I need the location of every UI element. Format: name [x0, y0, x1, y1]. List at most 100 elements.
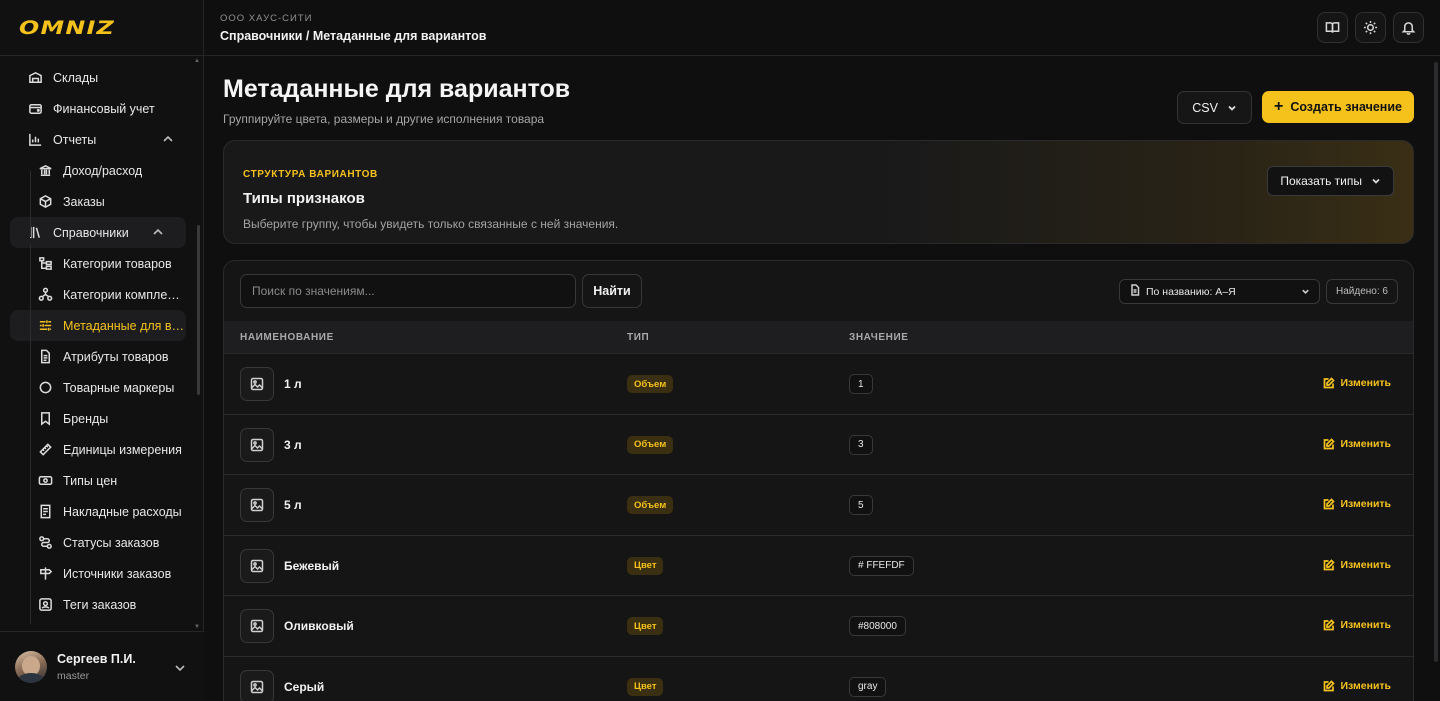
find-button[interactable]: Найти	[582, 274, 642, 308]
ruler-icon	[37, 442, 53, 458]
theme-button[interactable]	[1355, 12, 1386, 43]
topbar: ООО ХАУС-СИТИ Справочники / Метаданные д…	[204, 0, 1440, 56]
route-icon	[37, 535, 53, 551]
sidebar-item-label: Финансовый учет	[53, 101, 155, 116]
edit-label: Изменить	[1340, 437, 1391, 450]
user-name: Сергеев П.И.	[57, 651, 136, 666]
sidebar-item-label: Бренды	[63, 411, 109, 426]
csv-button[interactable]: CSV	[1177, 91, 1252, 124]
search-placeholder: Поиск по значениям...	[252, 284, 375, 298]
variant-structure-card: СТРУКТУРА ВАРИАНТОВ Типы признаков Выбер…	[223, 140, 1414, 244]
table-header: НАИМЕНОВАНИЕ ТИП ЗНАЧЕНИЕ	[224, 321, 1413, 353]
sidebar-item[interactable]: Отчеты	[0, 124, 196, 155]
type-badge: Цвет	[627, 617, 664, 635]
wallet-icon	[27, 101, 43, 117]
sidebar-item-label: Склады	[53, 70, 99, 85]
image-placeholder-icon	[240, 367, 274, 401]
value-chip: 5	[849, 495, 873, 515]
table-row[interactable]: Оливковый Цвет #808000 Изменить	[224, 595, 1413, 656]
edit-button[interactable]: Изменить	[1323, 438, 1391, 450]
sidebar-item[interactable]: Метаданные для в…	[10, 310, 186, 341]
search-input[interactable]: Поиск по значениям...	[240, 274, 576, 308]
notifications-button[interactable]	[1393, 12, 1424, 43]
types-title: Типы признаков	[243, 190, 365, 207]
edit-label: Изменить	[1340, 377, 1391, 389]
image-placeholder-icon	[240, 609, 274, 643]
org-name: ООО ХАУС-СИТИ	[220, 12, 313, 24]
sliders-icon	[37, 318, 53, 334]
box-icon	[37, 194, 53, 210]
value-chip: #808000	[849, 616, 906, 636]
sidebar-item-label: Отчеты	[53, 132, 97, 147]
row-name: Бежевый	[284, 558, 340, 573]
sidebar-item-label: Категории компле…	[63, 287, 180, 302]
bank-icon	[37, 163, 53, 179]
image-placeholder-icon	[240, 427, 274, 462]
found-count-badge: Найдено: 6	[1326, 279, 1398, 304]
edit-button[interactable]: Изменить	[1323, 680, 1391, 692]
sort-select[interactable]: По названию: А–Я	[1119, 279, 1320, 304]
sidebar-item-label: Категории товаров	[63, 256, 172, 271]
edit-button[interactable]: Изменить	[1323, 559, 1391, 571]
avatar	[15, 650, 47, 683]
show-types-label: Показать типы	[1280, 174, 1362, 188]
chart-icon	[27, 132, 43, 148]
table-row[interactable]: Бежевый Цвет # FFEFDF Изменить	[224, 534, 1413, 596]
chevron-down-icon	[1228, 105, 1236, 111]
sidebar-item-label: Единицы измерения	[63, 442, 182, 457]
receipt-icon	[37, 504, 53, 520]
sidebar-item-label: Типы цен	[63, 473, 118, 488]
sidebar-item[interactable]: Финансовый учет	[0, 93, 196, 124]
type-badge: Цвет	[627, 677, 664, 696]
document-icon	[1129, 284, 1146, 299]
signpost-icon	[37, 566, 53, 582]
chevron-up-icon	[162, 133, 174, 145]
chevron-up-icon	[152, 226, 164, 238]
column-header-name[interactable]: НАИМЕНОВАНИЕ	[240, 332, 334, 343]
user-menu[interactable]: Сергеев П.И. master	[0, 631, 204, 701]
edit-icon	[1324, 437, 1336, 449]
sidebar-item[interactable]: Справочники	[10, 217, 186, 248]
docs-button[interactable]	[1317, 12, 1348, 43]
chevron-down-icon	[1301, 287, 1310, 299]
sidebar-item[interactable]: Склады	[0, 62, 196, 93]
scroll-down-icon[interactable]: ▼	[194, 624, 200, 630]
row-name: 5 л	[284, 498, 302, 512]
book-open-icon	[1325, 22, 1340, 33]
value-chip: 3	[849, 434, 873, 455]
sidebar: OMNIZ ▲ Склады Финансовый учет Отчеты Доход…	[0, 0, 204, 701]
logo[interactable]: OMNIZ	[0, 0, 203, 56]
edit-icon	[1324, 558, 1336, 570]
create-value-button[interactable]: + Создать значение	[1261, 91, 1414, 123]
content: Метаданные для вариантов Группируйте цве…	[223, 56, 1414, 701]
table-row[interactable]: Серый Цвет gray Изменить	[224, 655, 1413, 701]
edit-button[interactable]: Изменить	[1323, 498, 1391, 510]
logo-text: OMNIZ	[19, 16, 116, 39]
main: ООО ХАУС-СИТИ Справочники / Метаданные д…	[204, 0, 1440, 701]
sidebar-scrollbar[interactable]	[197, 225, 200, 395]
value-chip: # FFEFDF	[849, 555, 914, 576]
main-scrollbar[interactable]	[1434, 62, 1438, 662]
column-header-type[interactable]: ТИП	[627, 332, 649, 343]
edit-label: Изменить	[1340, 619, 1391, 631]
sort-label: По названию: А–Я	[1146, 285, 1236, 298]
types-eyebrow: СТРУКТУРА ВАРИАНТОВ	[243, 169, 378, 180]
network-icon	[37, 287, 53, 303]
edit-button[interactable]: Изменить	[1323, 619, 1391, 631]
chevron-down-icon	[1372, 178, 1380, 184]
show-types-button[interactable]: Показать типы	[1267, 166, 1394, 196]
edit-button[interactable]: Изменить	[1323, 377, 1391, 389]
table-row[interactable]: 1 л Объем 1 Изменить	[224, 353, 1413, 414]
tree-line	[30, 171, 31, 237]
edit-icon	[1324, 498, 1336, 510]
table-row[interactable]: 3 л Объем 3 Изменить	[224, 413, 1413, 475]
chevron-down-icon	[174, 661, 186, 679]
breadcrumb: Справочники / Метаданные для вариантов	[220, 28, 487, 43]
row-name: Оливковый	[284, 619, 354, 633]
edit-label: Изменить	[1340, 498, 1391, 510]
column-header-value[interactable]: ЗНАЧЕНИЕ	[849, 332, 909, 343]
table-row[interactable]: 5 л Объем 5 Изменить	[224, 474, 1413, 535]
edit-icon	[1324, 619, 1336, 631]
sidebar-nav: Склады Финансовый учет Отчеты Доход/расход З…	[0, 62, 196, 630]
image-placeholder-icon	[240, 488, 274, 522]
